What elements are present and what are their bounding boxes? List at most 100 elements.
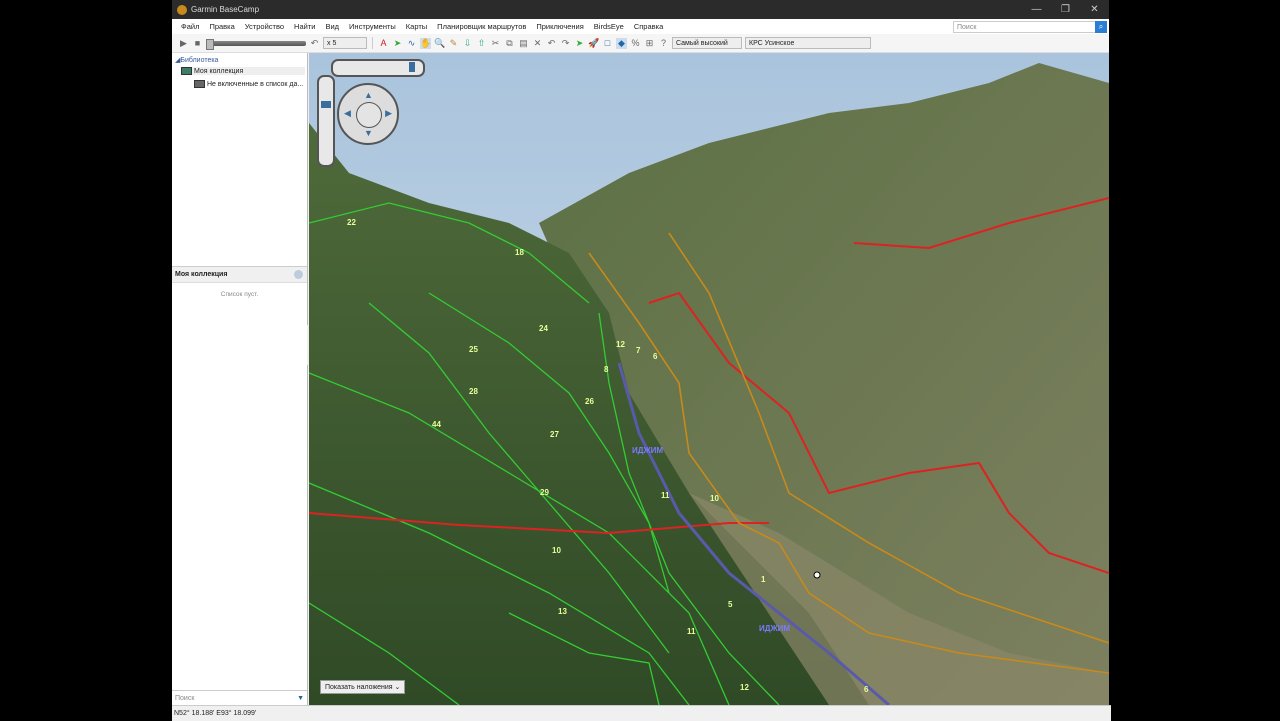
menu-birdseye[interactable]: BirdsEye: [589, 22, 629, 31]
basecamp-window: Garmin BaseCamp — ❐ ✕ Файл Правка Устрой…: [172, 0, 1111, 721]
library-root-label: Библиотека: [180, 56, 219, 64]
rocket-icon[interactable]: 🚀: [588, 38, 599, 49]
window-title: Garmin BaseCamp: [191, 5, 260, 14]
track-tool-icon[interactable]: ∿: [406, 38, 417, 49]
search-placeholder: Поиск: [957, 23, 977, 31]
paste-icon[interactable]: ▤: [518, 38, 529, 49]
pan-right-icon[interactable]: ▶: [385, 108, 392, 119]
new-route-icon[interactable]: ➤: [574, 38, 585, 49]
map-label: 10: [552, 546, 561, 555]
redo-icon[interactable]: ↷: [560, 38, 571, 49]
map-3d-view[interactable]: 22 18 24 25 28 44 27 26 29 10 13 11 10 1…: [309, 53, 1109, 705]
help-icon[interactable]: ?: [658, 38, 669, 49]
folder-icon: [194, 80, 205, 88]
library-panel: ◢ Библиотека Моя коллекция Не включенные…: [172, 53, 308, 705]
search-input[interactable]: Поиск ⌕: [953, 21, 1107, 33]
map-label: 8: [604, 365, 609, 374]
collection-label: Моя коллекция: [194, 67, 244, 75]
3d-view-icon[interactable]: ◆: [616, 37, 627, 49]
coordinates-readout: N52° 18.188' E93° 18.099': [174, 710, 257, 717]
menu-maps[interactable]: Карты: [401, 22, 432, 31]
collection-title: Моя коллекция: [175, 271, 228, 278]
empty-list-text: Список пуст.: [220, 291, 259, 298]
play-icon[interactable]: ▶: [178, 38, 189, 49]
status-bar: N52° 18.188' E93° 18.099': [172, 705, 1111, 721]
divider: [372, 37, 373, 49]
river-label: ИДЖИМ: [759, 624, 791, 633]
pan-down-icon[interactable]: ▼: [364, 128, 373, 138]
tilt-slider[interactable]: [331, 59, 425, 77]
left-search-placeholder: Поиск: [175, 694, 195, 702]
zoom-handle[interactable]: [321, 101, 331, 108]
map-label: 28: [469, 387, 478, 396]
map-label: 6: [864, 685, 869, 694]
navigation-compass[interactable]: ▲ ▼ ◀ ▶: [337, 83, 399, 145]
unlisted-item[interactable]: Не включенные в список да...: [194, 80, 303, 88]
menu-file[interactable]: Файл: [176, 22, 204, 31]
map-select[interactable]: КРС Усинское: [745, 37, 871, 49]
menu-tools[interactable]: Инструменты: [344, 22, 401, 31]
pan-up-icon[interactable]: ▲: [364, 90, 373, 100]
hand-tool-icon[interactable]: ✋: [420, 37, 431, 49]
menu-edit[interactable]: Правка: [204, 22, 239, 31]
map-label: 11: [687, 627, 696, 636]
map-label: 7: [636, 346, 641, 355]
collection-item[interactable]: Моя коллекция: [181, 67, 305, 75]
library-tree: ◢ Библиотека Моя коллекция Не включенные…: [172, 53, 307, 267]
filter-icon[interactable]: ▼: [297, 695, 304, 702]
menu-find[interactable]: Найти: [289, 22, 320, 31]
library-root[interactable]: ◢ Библиотека: [175, 56, 219, 65]
close-button[interactable]: ✕: [1080, 4, 1109, 15]
receive-icon[interactable]: ⇩: [462, 38, 473, 49]
undo-icon[interactable]: ↶: [546, 38, 557, 49]
menu-help[interactable]: Справка: [629, 22, 668, 31]
map-label: 24: [539, 324, 548, 333]
map-label: 11: [661, 491, 670, 500]
garmin-logo-icon: [177, 4, 187, 15]
folder-icon: [181, 67, 192, 75]
map-label: 10: [710, 494, 719, 503]
map-label: 12: [740, 683, 749, 692]
map-label: 29: [540, 488, 549, 497]
search-icon[interactable]: ⌕: [1095, 21, 1107, 33]
fit-icon[interactable]: ⊞: [644, 38, 655, 49]
2d-view-icon[interactable]: □: [602, 38, 613, 49]
cut-icon[interactable]: ✂: [490, 38, 501, 49]
copy-icon[interactable]: ⧉: [504, 38, 515, 49]
speed-select[interactable]: x 5: [323, 37, 367, 49]
pan-left-icon[interactable]: ◀: [344, 108, 351, 119]
text-tool-icon[interactable]: A: [378, 38, 389, 49]
menu-view[interactable]: Вид: [320, 22, 344, 31]
layers-icon[interactable]: %: [630, 38, 641, 49]
send-icon[interactable]: ⇧: [476, 38, 487, 49]
toolbar: ▶ ■ ↶ x 5 A ➤ ∿ ✋ 🔍 ✎ ⇩ ⇧ ✂ ⧉ ▤ ✕ ↶ ↷ ➤ …: [172, 34, 1109, 53]
stop-icon[interactable]: ■: [192, 38, 203, 49]
measure-tool-icon[interactable]: ✎: [448, 38, 459, 49]
playback-slider[interactable]: [206, 38, 306, 50]
compass-center[interactable]: [356, 102, 382, 128]
waypoint-marker[interactable]: [813, 571, 821, 579]
zoom-slider[interactable]: [317, 75, 335, 167]
map-label: 26: [585, 397, 594, 406]
left-search-input[interactable]: Поиск ▼: [172, 690, 307, 705]
menu-adventures[interactable]: Приключения: [531, 22, 588, 31]
zoom-tool-icon[interactable]: 🔍: [434, 38, 445, 49]
menu-route-planner[interactable]: Планировщик маршрутов: [432, 22, 531, 31]
undo-playback-icon[interactable]: ↶: [309, 38, 320, 49]
terrain-view: [309, 53, 1109, 705]
tilt-handle[interactable]: [409, 62, 415, 72]
menu-device[interactable]: Устройство: [240, 22, 289, 31]
map-label: 27: [550, 430, 559, 439]
overlay-label: Показать наложения: [325, 683, 393, 691]
detail-select[interactable]: Самый высокий: [672, 37, 742, 49]
map-label: 5: [728, 600, 733, 609]
show-overlays-button[interactable]: Показать наложения ⌄: [320, 680, 406, 694]
route-tool-icon[interactable]: ➤: [392, 38, 403, 49]
maximize-button[interactable]: ❐: [1051, 4, 1080, 15]
delete-icon[interactable]: ✕: [532, 38, 543, 49]
gear-icon[interactable]: [294, 270, 303, 279]
minimize-button[interactable]: —: [1022, 4, 1051, 15]
map-label: 12: [616, 340, 625, 349]
map-label: 44: [432, 420, 441, 429]
collection-header: Моя коллекция: [172, 267, 307, 283]
